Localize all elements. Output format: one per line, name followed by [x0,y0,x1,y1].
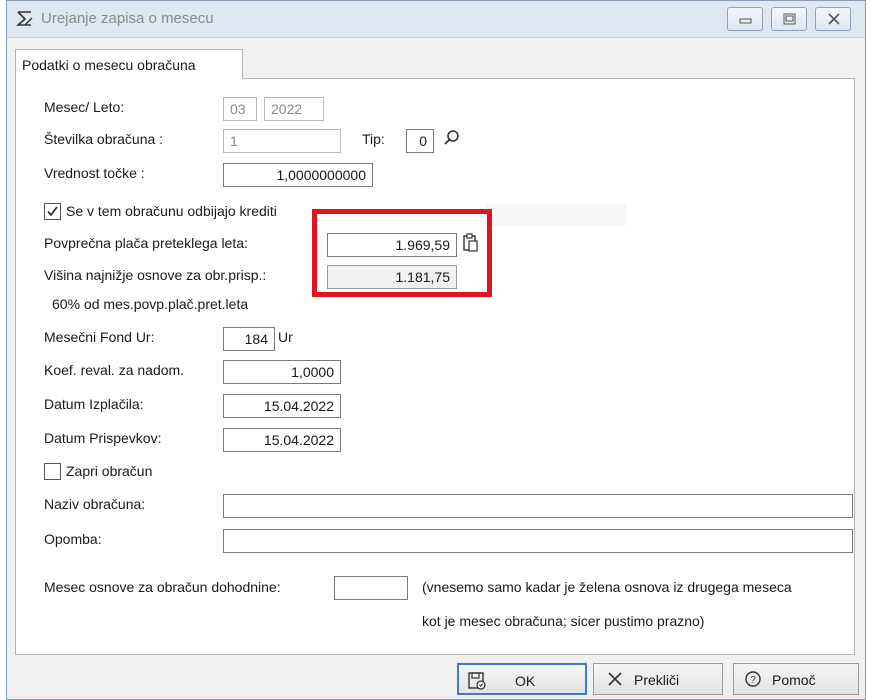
datum-izplacila-field[interactable]: 15.04.2022 [223,394,341,418]
zapri-checkbox[interactable] [44,463,61,480]
mesec-osnove-label: Mesec osnove za obračun dohodnine: [44,579,281,595]
zapri-label: Zapri obračun [66,463,153,479]
tip-label: Tip: [362,131,385,147]
koef-label: Koef. reval. za nadom. [44,362,185,378]
cancel-x-icon [608,672,622,686]
help-label: Pomoč [772,672,816,688]
mesec-leto-label: Mesec/ Leto: [44,99,125,115]
ok-button[interactable]: OK [457,663,587,695]
stevilka-label: Številka obračuna : [44,131,164,147]
search-icon[interactable] [442,128,462,148]
title-bar[interactable]: Urejanje zapisa o mesecu [7,1,865,38]
highlight-box [312,209,492,297]
fond-label: Mesečni Fond Ur: [44,329,155,345]
cancel-label: Prekliči [634,672,680,688]
krediti-checkbox[interactable] [44,203,61,220]
close-icon [828,13,840,25]
minimize-icon [739,18,752,24]
mesec-osnove-field[interactable] [334,576,408,600]
svg-text:?: ? [750,675,756,686]
visina-label: Višina najnižje osnove za obr.prisp.: [44,267,267,283]
povprecna-label: Povprečna plača preteklega leta: [44,235,248,251]
vrednost-field[interactable]: 1,0000000000 [223,163,373,187]
close-button[interactable] [815,7,851,31]
krediti-label: Se v tem obračunu odbijajo krediti [66,203,277,219]
vrednost-label: Vrednost točke : [44,165,145,181]
visina-note: 60% od mes.povp.plač.pret.leta [52,296,249,312]
datum-prispevkov-field[interactable]: 15.04.2022 [223,428,341,452]
tab-label: Podatki o mesecu obračuna [22,57,196,73]
tab-panel: Mesec/ Leto: 03 2022 Številka obračuna :… [15,78,855,655]
datum-prispevkov-label: Datum Prispevkov: [44,430,162,446]
naziv-field[interactable] [223,494,853,518]
checkmark-icon [47,206,58,217]
mesec-field[interactable]: 03 [223,97,257,121]
datum-izplacila-label: Datum Izplačila: [44,396,144,412]
cancel-button[interactable]: Prekliči [593,663,723,695]
fond-field[interactable]: 184 [223,327,275,351]
koef-field[interactable]: 1,0000 [223,360,341,384]
maximize-icon [783,13,796,25]
leto-field[interactable]: 2022 [264,97,324,121]
fond-unit: Ur [278,329,293,345]
window-title: Urejanje zapisa o mesecu [41,10,214,27]
naziv-label: Naziv obračuna: [44,496,146,512]
disabled-area [486,204,626,226]
dialog-window: Urejanje zapisa o mesecu Podatki o mesec… [6,0,866,700]
help-button[interactable]: ? Pomoč [733,663,859,695]
sigma-edit-icon [15,11,33,26]
opomba-label: Opomba: [44,531,102,547]
ok-label: OK [515,673,536,689]
mesec-osnove-note-1: (vnesemo samo kadar je želena osnova iz … [422,579,792,595]
maximize-button[interactable] [771,7,807,31]
save-icon [468,672,486,690]
tip-field[interactable]: 0 [406,129,434,153]
minimize-button[interactable] [727,7,763,31]
mesec-osnove-note-2: kot je mesec obračuna; sicer pustimo pra… [422,613,705,629]
tab-podatki-o-mesecu[interactable]: Podatki o mesecu obračuna [15,49,243,79]
stevilka-field[interactable]: 1 [223,129,341,153]
help-icon: ? [745,671,761,687]
opomba-field[interactable] [223,529,853,553]
